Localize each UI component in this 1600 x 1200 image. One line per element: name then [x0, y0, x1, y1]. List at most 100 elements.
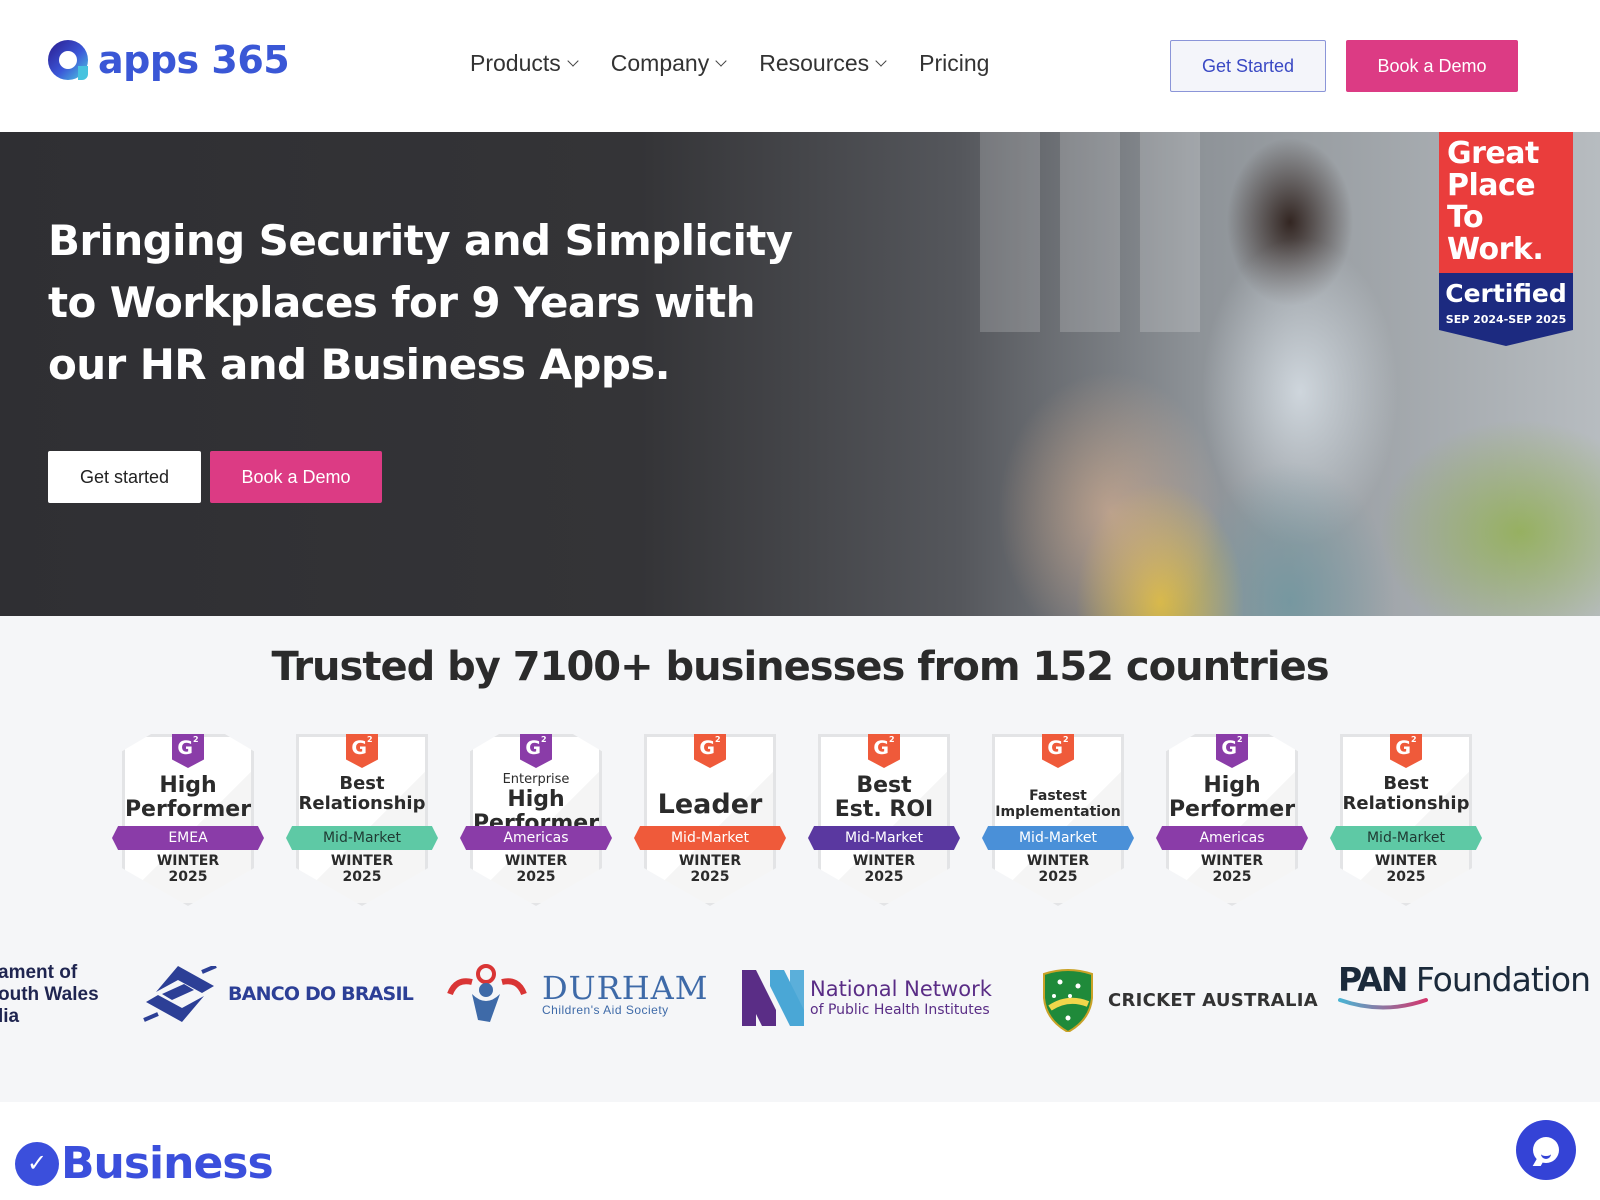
badge-season-label: WINTER — [1200, 853, 1264, 869]
badge-title-line: Fastest — [1029, 788, 1087, 804]
g2-badge: G 2 Best Relationship Mid-Market WINTER 2025 — [1330, 734, 1482, 908]
national-network-icon — [742, 970, 804, 1026]
cricket-australia-shield-icon — [1043, 969, 1093, 1032]
badge-pre: Enterprise — [502, 772, 570, 787]
badge-season: WINTER 2025 — [112, 853, 264, 885]
durham-title: DURHAM — [542, 969, 709, 1007]
chevron-down-icon — [875, 54, 887, 67]
nn-title: National Network — [810, 977, 992, 1001]
gptw-line: To — [1447, 200, 1484, 235]
badge-season-label: WINTER — [156, 853, 220, 869]
logo-pan-foundation: PAN Foundation — [1338, 960, 1591, 1011]
trusted-section: Trusted by 7100+ businesses from 152 cou… — [0, 616, 1600, 1102]
header-get-started-button[interactable]: Get Started — [1170, 40, 1326, 92]
g2-badge: G 2 Fastest Implementation Mid-Market WINTER 2… — [982, 734, 1134, 908]
badge-title-line: Performer — [124, 797, 252, 822]
nav-products[interactable]: Products — [470, 50, 579, 77]
pan-smile-icon — [1338, 998, 1428, 1010]
pan-rest: Foundation — [1406, 960, 1591, 999]
badge-title-line: Relationship — [298, 793, 426, 814]
durham-text: DURHAM Children's Aid Society — [542, 969, 709, 1017]
hero-get-started-button[interactable]: Get started — [48, 451, 201, 503]
g2-badge: G 2 Best Relationship Mid-Market WINTER 2025 — [286, 734, 438, 908]
logo-text: apps 365 — [98, 38, 290, 82]
header-book-demo-button[interactable]: Book a Demo — [1346, 40, 1518, 92]
nsw-line: outh Wales — [0, 984, 99, 1005]
badge-title-line: High — [507, 787, 565, 812]
gptw-period: SEP 2024-SEP 2025 — [1445, 313, 1567, 326]
badge-season-label: WINTER — [1026, 853, 1090, 869]
badge-title-line: Best — [1383, 773, 1429, 794]
banco-do-brasil-icon — [143, 966, 217, 1022]
chevron-down-icon — [715, 54, 727, 67]
nav-pricing[interactable]: Pricing — [919, 50, 989, 77]
g2-badges: G 2 High Performer EMEA WINTER 2025 G 2 Best Relat… — [112, 734, 1482, 908]
badge-ribbon: Mid-Market — [634, 826, 786, 850]
nav-company[interactable]: Company — [610, 50, 727, 77]
great-place-to-work-badge: Great Place To Work. Certified SEP 2024-… — [1439, 132, 1573, 346]
durham-subtitle: Children's Aid Society — [542, 1003, 669, 1017]
g2-badge: G 2 Enterprise High Performer Americas WINTER 2… — [460, 734, 612, 908]
apps365-logo-icon — [48, 40, 88, 80]
business-section: ✓ Business — [0, 1102, 1600, 1200]
badge-title-line: Implementation — [995, 804, 1121, 820]
badge-ribbon: Mid-Market — [982, 826, 1134, 850]
badge-season: WINTER 2025 — [982, 853, 1134, 885]
chat-widget-button[interactable] — [1516, 1120, 1576, 1180]
nav-resources[interactable]: Resources — [759, 50, 887, 77]
badge-year: 2025 — [1386, 869, 1426, 885]
nsw-line: ament of — [0, 962, 78, 983]
badge-title: High Performer — [1156, 774, 1308, 822]
business-heading: ✓ Business — [15, 1138, 274, 1189]
badge-ribbon: Americas — [460, 826, 612, 850]
badge-season: WINTER 2025 — [808, 853, 960, 885]
chat-bubble-icon — [1533, 1137, 1559, 1163]
apps365-logo[interactable]: apps 365 — [48, 38, 290, 82]
nav-pricing-label: Pricing — [919, 50, 990, 76]
badge-title-line: Best — [856, 773, 912, 798]
gptw-line: Place — [1447, 168, 1536, 203]
pan-bold: PAN — [1338, 960, 1408, 999]
badge-title: Best Relationship — [1330, 774, 1482, 814]
badge-ribbon: Mid-Market — [1330, 826, 1482, 850]
badge-season-label: WINTER — [852, 853, 916, 869]
badge-title: High Performer — [112, 774, 264, 822]
nav-company-label: Company — [610, 50, 710, 76]
g2-badge: G 2 Leader Mid-Market WINTER 2025 — [634, 734, 786, 908]
badge-season-label: WINTER — [330, 853, 394, 869]
site-header: apps 365 Products Company Resources Pric… — [0, 0, 1600, 132]
badge-season: WINTER 2025 — [286, 853, 438, 885]
badge-ribbon: Mid-Market — [286, 826, 438, 850]
badge-title-line: Relationship — [1342, 793, 1470, 814]
badge-season-label: WINTER — [504, 853, 568, 869]
chevron-down-icon — [567, 54, 579, 67]
logo-national-network: National Network of Public Health Instit… — [742, 970, 992, 1026]
main-nav: Products Company Resources Pricing — [470, 50, 989, 77]
hero-photo-window — [1140, 132, 1200, 332]
logo-cricket-australia: CRICKET AUSTRALIA — [1040, 968, 1318, 1032]
gptw-line: Great — [1447, 136, 1539, 171]
badge-title-line: High — [159, 773, 217, 798]
badge-title-line: Best — [339, 773, 385, 794]
g2-badge: G 2 High Performer EMEA WINTER 2025 — [112, 734, 264, 908]
pan-foundation-text: PAN Foundation — [1338, 960, 1591, 999]
banco-do-brasil-text: BANCO DO BRASIL — [228, 983, 414, 1005]
nav-products-label: Products — [470, 50, 561, 76]
hero-section: Bringing Security and Simplicity to Work… — [0, 132, 1600, 616]
badge-year: 2025 — [1212, 869, 1252, 885]
badge-year: 2025 — [342, 869, 382, 885]
badge-season-label: WINTER — [1374, 853, 1438, 869]
badge-ribbon: Americas — [1156, 826, 1308, 850]
badge-year: 2025 — [864, 869, 904, 885]
badge-ribbon: Mid-Market — [808, 826, 960, 850]
hero-book-demo-button[interactable]: Book a Demo — [210, 451, 382, 503]
badge-title: Fastest Implementation — [982, 788, 1134, 820]
g2-badge: G 2 High Performer Americas WINTER 2025 — [1156, 734, 1308, 908]
business-title: Business — [61, 1138, 274, 1189]
gptw-certified: Certified SEP 2024-SEP 2025 — [1439, 273, 1573, 346]
badge-title: Leader — [634, 790, 786, 819]
badge-season: WINTER 2025 — [460, 853, 612, 885]
badge-title-line: Leader — [657, 789, 763, 820]
logo-nsw-government: ament of outh Wales lia — [0, 962, 99, 1028]
badge-year: 2025 — [1038, 869, 1078, 885]
